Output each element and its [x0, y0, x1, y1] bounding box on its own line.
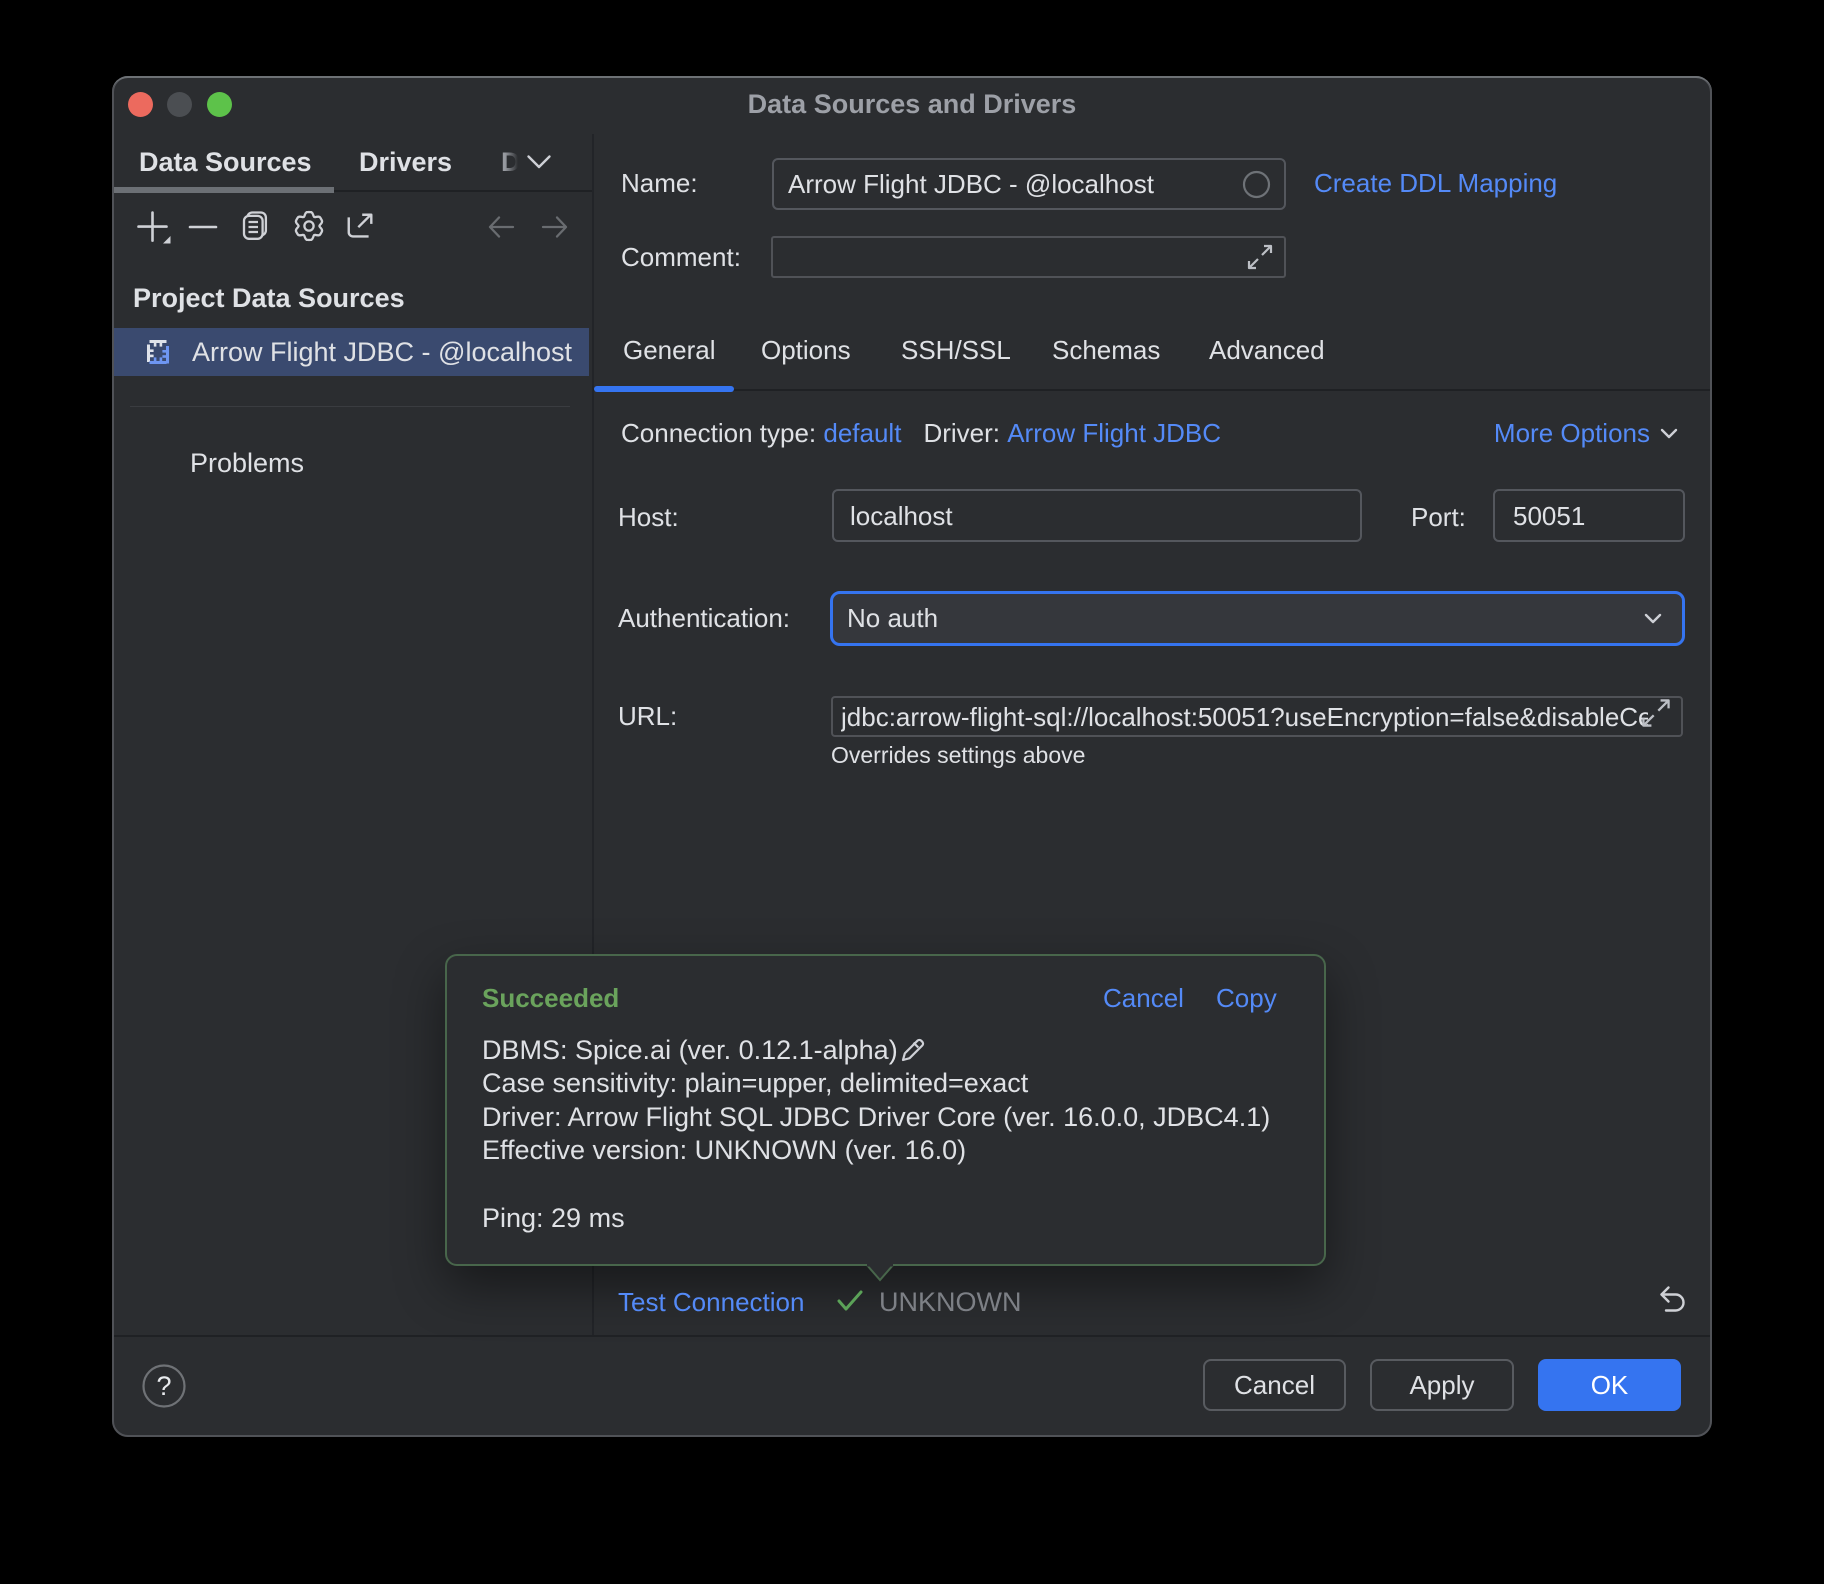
svg-text:?: ? [156, 1371, 171, 1401]
